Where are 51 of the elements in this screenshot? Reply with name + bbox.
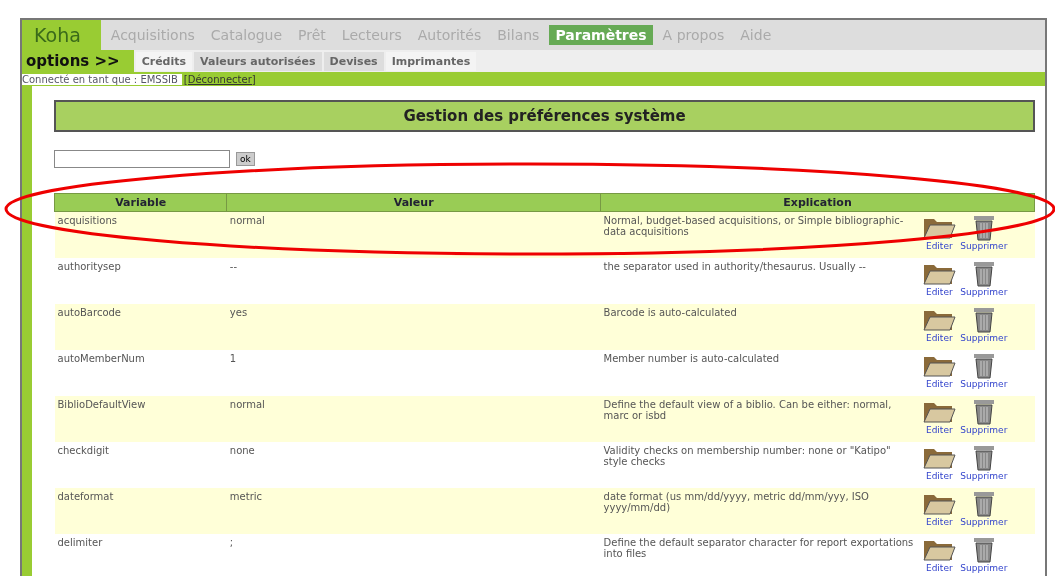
table-cell: Define the default separator character for report exportations into files [600,534,920,576]
table-cell: authoritysep [54,258,227,304]
table-cell: normal [226,396,601,442]
edit-link[interactable]: Editer [925,287,953,297]
delete-link[interactable]: Supprimer [960,563,1008,573]
table-cell: 1 [226,350,601,396]
table-cell: date format (us mm/dd/yyyy, metric dd/mm/yyy, ISO yyyy/mm/dd) [600,488,920,534]
delete-link[interactable]: Supprimer [960,379,1008,389]
table-cell: autoMemberNum [54,350,227,396]
sub-tab[interactable]: Valeurs autorisées [194,51,322,71]
table-cell: -- [226,258,601,304]
table-cell: autoBarcode [54,304,227,350]
login-status: Connecté en tant que : EMSSIB [22,73,182,85]
edit-link[interactable]: Editer [925,333,953,343]
delete-link[interactable]: Supprimer [960,425,1008,435]
delete-link[interactable]: Supprimer [960,241,1008,251]
table-cell: dateformat [54,488,227,534]
table-cell: none [226,442,601,488]
column-header: Variable [54,193,227,212]
section-title: options >> [22,50,134,72]
table-cell: checkdigit [54,442,227,488]
edit-link[interactable]: Editer [925,517,953,527]
table-cell: Barcode is auto-calculated [600,304,920,350]
edit-link[interactable]: Editer [925,379,953,389]
column-header: Explication [600,193,1035,212]
table-cell: Validity checks on membership number: none or "Katipo" style checks [600,442,920,488]
edit-link[interactable]: Editer [925,241,953,251]
search-field[interactable] [54,150,230,168]
delete-link[interactable]: Supprimer [960,333,1008,343]
delete-link[interactable]: Supprimer [960,287,1008,297]
delete-link[interactable]: Supprimer [960,517,1008,527]
table-cell: metric [226,488,601,534]
sub-tab[interactable]: Crédits [135,51,193,71]
table-cell: yes [226,304,601,350]
edit-link[interactable]: Editer [925,563,953,573]
table-cell: normal [226,211,601,258]
sub-tab[interactable]: Devises [323,51,384,71]
table-cell: ; [226,534,601,576]
page-title: Gestion des préférences système [54,100,1035,132]
table-cell: BiblioDefaultView [54,396,227,442]
edit-link[interactable]: Editer [925,471,953,481]
ok-button[interactable]: ok [236,152,255,166]
table-cell: Define the default view of a biblio. Can be either: normal, marc or isbd [600,396,920,442]
sub-tab[interactable]: Imprimantes [385,51,477,71]
table-cell: the separator used in authority/thesaurus. Usually -- [600,258,920,304]
table-cell: Member number is auto-calculated [600,350,920,396]
table-cell: delimiter [54,534,227,576]
delete-link[interactable]: Supprimer [960,471,1008,481]
column-header: Valeur [226,193,601,212]
edit-link[interactable]: Editer [925,425,953,435]
logout-link[interactable]: [Déconnecter] [181,73,258,85]
